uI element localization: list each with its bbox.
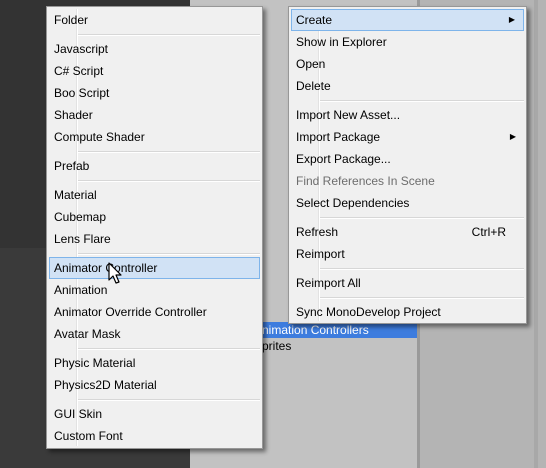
submenu-item-animator-controller[interactable]: Animator Controller <box>49 257 260 279</box>
menu-item-label: Open <box>296 57 326 71</box>
menu-item-select-dependencies[interactable]: Select Dependencies <box>291 192 524 214</box>
submenu-item-csharp-script[interactable]: C# Script <box>49 60 260 82</box>
triangle-right-icon: ▶ <box>508 15 515 24</box>
submenu-item-boo-script[interactable]: Boo Script <box>49 82 260 104</box>
menu-item-export-package[interactable]: Export Package... <box>291 148 524 170</box>
menu-separator <box>78 151 260 153</box>
menu-item-label: Cubemap <box>54 210 107 224</box>
menu-item-label: Reimport <box>296 247 345 261</box>
menu-item-delete[interactable]: Delete <box>291 75 524 97</box>
submenu-item-compute-shader[interactable]: Compute Shader <box>49 126 260 148</box>
assets-context-menu: Create ▶ Show in Explorer Open Delete Im… <box>288 6 527 324</box>
submenu-item-gui-skin[interactable]: GUI Skin <box>49 403 260 425</box>
submenu-item-lens-flare[interactable]: Lens Flare <box>49 228 260 250</box>
submenu-item-animator-override-controller[interactable]: Animator Override Controller <box>49 301 260 323</box>
menu-item-import-package[interactable]: Import Package ▶ <box>291 126 524 148</box>
menu-item-show-in-explorer[interactable]: Show in Explorer <box>291 31 524 53</box>
menu-item-reimport[interactable]: Reimport <box>291 243 524 265</box>
menu-item-label: Create <box>296 13 333 27</box>
menu-item-label: Refresh <box>296 225 339 239</box>
submenu-item-physics2d-material[interactable]: Physics2D Material <box>49 374 260 396</box>
submenu-item-animation[interactable]: Animation <box>49 279 260 301</box>
menu-separator <box>320 100 524 102</box>
scrollbar-track[interactable] <box>534 0 538 468</box>
create-submenu: Folder Javascript C# Script Boo Script S… <box>46 6 263 449</box>
menu-item-label: Animation <box>54 283 108 297</box>
menu-item-label: Prefab <box>54 159 90 173</box>
menu-item-label: Sync MonoDevelop Project <box>296 305 441 319</box>
menu-item-label: Physics2D Material <box>54 378 157 392</box>
menu-item-label: Delete <box>296 79 331 93</box>
menu-item-label: Avatar Mask <box>54 327 121 341</box>
menu-separator <box>320 217 524 219</box>
menu-item-label: Custom Font <box>54 429 123 443</box>
menu-item-label: Select Dependencies <box>296 196 410 210</box>
menu-item-sync-monodevelop-project[interactable]: Sync MonoDevelop Project <box>291 301 524 323</box>
menu-item-label: Animator Controller <box>54 261 158 275</box>
menu-separator <box>78 34 260 36</box>
submenu-item-physic-material[interactable]: Physic Material <box>49 352 260 374</box>
menu-item-label: GUI Skin <box>54 407 103 421</box>
menu-item-create[interactable]: Create ▶ <box>291 9 524 31</box>
menu-item-label: Reimport All <box>296 276 361 290</box>
submenu-item-javascript[interactable]: Javascript <box>49 38 260 60</box>
menu-separator <box>320 268 524 270</box>
menu-item-label: Folder <box>54 13 89 27</box>
menu-separator <box>78 348 260 350</box>
menu-item-label: Import Package <box>296 130 381 144</box>
project-item-label: Animation Controllers <box>254 323 369 337</box>
menu-item-label: Boo Script <box>54 86 110 100</box>
submenu-item-avatar-mask[interactable]: Avatar Mask <box>49 323 260 345</box>
menu-item-reimport-all[interactable]: Reimport All <box>291 272 524 294</box>
menu-separator <box>78 180 260 182</box>
menu-separator <box>320 297 524 299</box>
menu-item-shortcut: Ctrl+R <box>471 225 506 239</box>
menu-item-refresh[interactable]: Refresh Ctrl+R <box>291 221 524 243</box>
menu-separator <box>78 399 260 401</box>
menu-item-import-new-asset[interactable]: Import New Asset... <box>291 104 524 126</box>
menu-item-label: Javascript <box>54 42 109 56</box>
menu-item-label: Show in Explorer <box>296 35 387 49</box>
submenu-item-cubemap[interactable]: Cubemap <box>49 206 260 228</box>
menu-item-label: Physic Material <box>54 356 136 370</box>
menu-item-label: Material <box>54 188 97 202</box>
menu-item-label: Lens Flare <box>54 232 111 246</box>
menu-item-label: Export Package... <box>296 152 391 166</box>
menu-item-open[interactable]: Open <box>291 53 524 75</box>
menu-item-label: Animator Override Controller <box>54 305 207 319</box>
submenu-item-material[interactable]: Material <box>49 184 260 206</box>
submenu-item-custom-font[interactable]: Custom Font <box>49 425 260 447</box>
submenu-item-prefab[interactable]: Prefab <box>49 155 260 177</box>
menu-item-label: Import New Asset... <box>296 108 401 122</box>
menu-item-label: C# Script <box>54 64 104 78</box>
menu-item-label: Shader <box>54 108 93 122</box>
mouse-pointer-icon <box>108 262 122 284</box>
triangle-right-icon: ▶ <box>509 132 516 141</box>
menu-separator <box>78 253 260 255</box>
submenu-item-folder[interactable]: Folder <box>49 9 260 31</box>
submenu-item-shader[interactable]: Shader <box>49 104 260 126</box>
menu-item-find-references-in-scene: Find References In Scene <box>291 170 524 192</box>
menu-item-label: Find References In Scene <box>296 174 435 188</box>
menu-item-label: Compute Shader <box>54 130 145 144</box>
